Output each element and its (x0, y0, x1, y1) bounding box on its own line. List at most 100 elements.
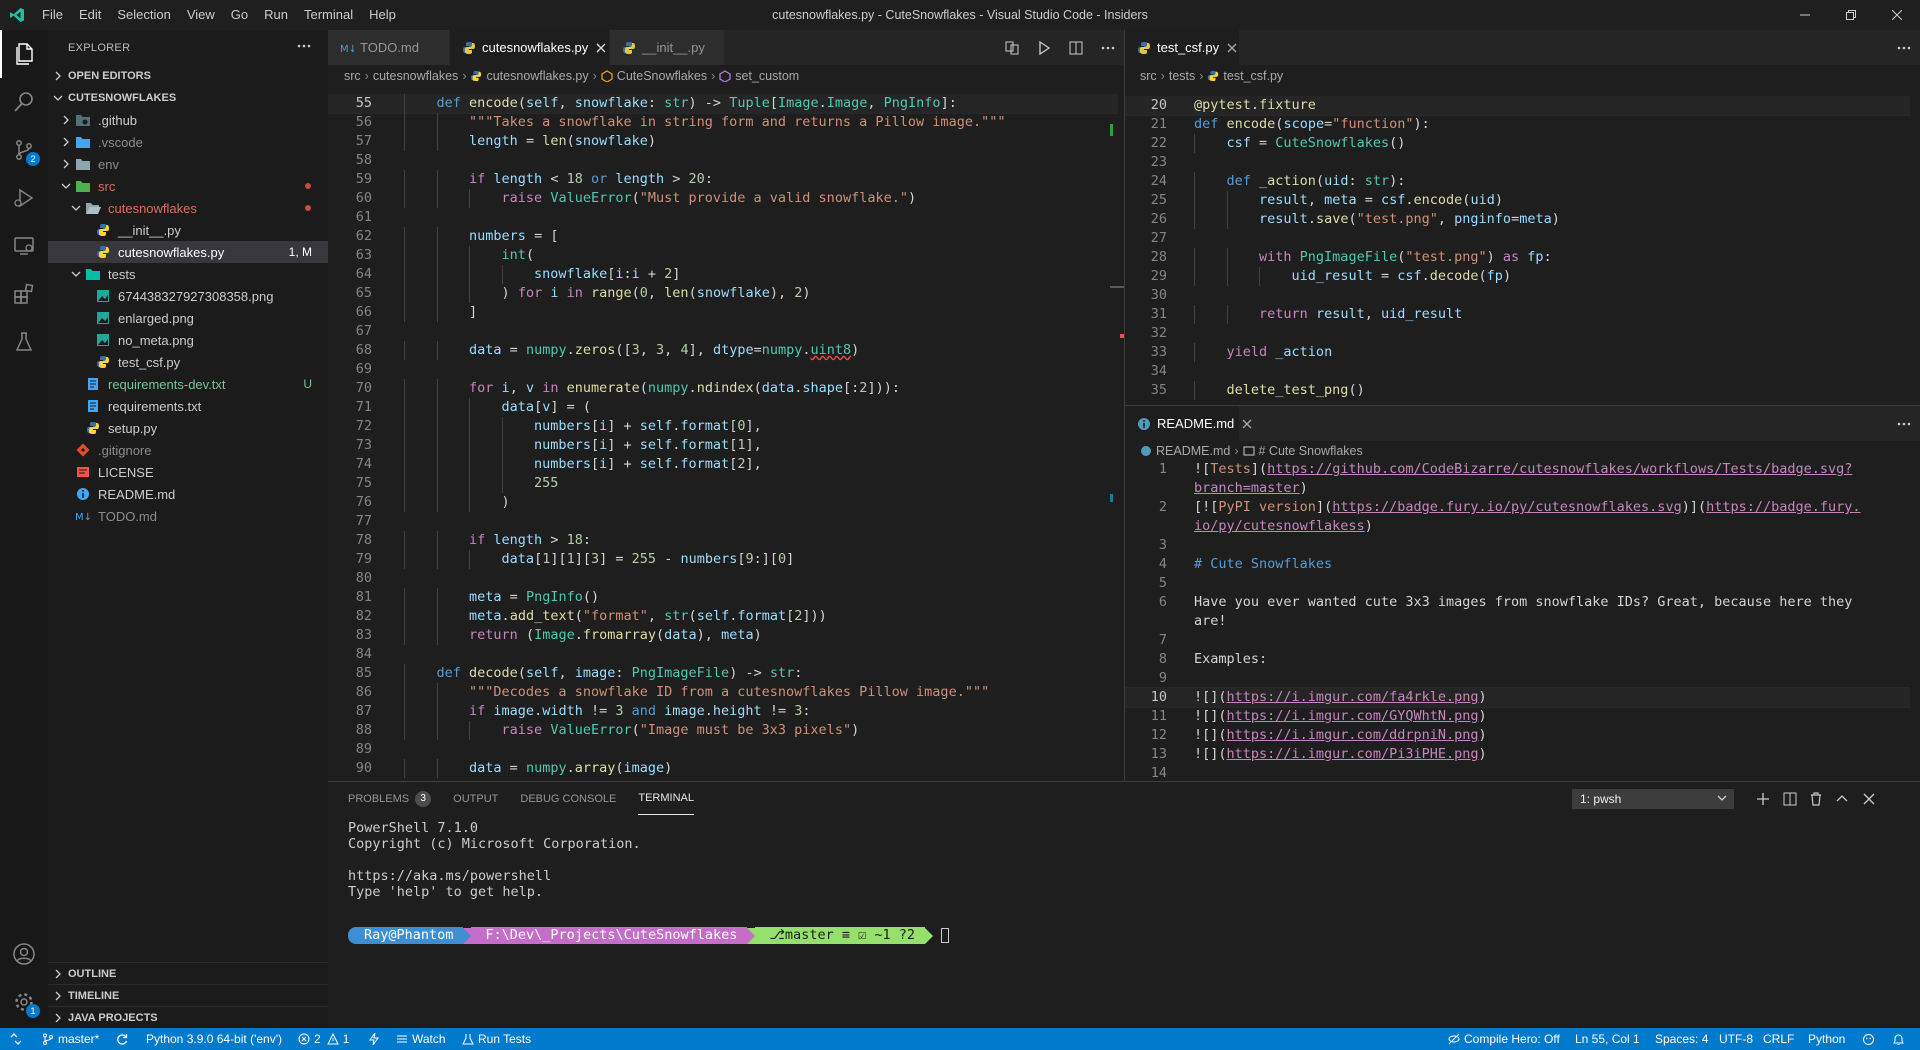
breadcrumb-file[interactable]: README.md (1140, 444, 1230, 458)
twisty[interactable] (68, 203, 84, 213)
manage-activity-button[interactable]: 1 (0, 978, 48, 1026)
menu-file[interactable]: File (34, 0, 71, 30)
tab-debug-console[interactable]: DEBUG CONSOLE (520, 782, 616, 815)
menu-view[interactable]: View (179, 0, 223, 30)
tab-output[interactable]: OUTPUT (453, 782, 498, 815)
source-control-activity-button[interactable]: 2 (0, 126, 48, 174)
tab-readme-md[interactable]: README.md (1125, 406, 1252, 441)
accounts-activity-button[interactable] (0, 930, 48, 978)
tab-cutesnowflakes-py[interactable]: cutesnowflakes.py (450, 30, 610, 65)
tree-item[interactable]: .github (48, 109, 328, 131)
tree-item[interactable]: env (48, 153, 328, 175)
tree-item[interactable]: .vscode (48, 131, 328, 153)
indentation-status[interactable]: Spaces: 4 (1655, 1028, 1708, 1050)
open-changes-button[interactable] (996, 40, 1028, 56)
restore-button[interactable] (1828, 0, 1874, 30)
tab-terminal[interactable]: TERMINAL (638, 782, 694, 815)
breadcrumb-package[interactable]: cutesnowflakes (373, 69, 458, 83)
java-projects-section[interactable]: JAVA PROJECTS (48, 1006, 328, 1028)
close-tab-button[interactable] (1227, 43, 1237, 53)
code-editor-left[interactable]: 55 def encode(self, snowflake: str) -> T… (328, 94, 1118, 781)
remote-indicator[interactable] (10, 1028, 26, 1050)
twisty[interactable] (58, 137, 74, 147)
menu-help[interactable]: Help (361, 0, 404, 30)
tree-item[interactable]: enlarged.png (48, 307, 328, 329)
cursor-position-status[interactable]: Ln 55, Col 1 (1575, 1028, 1640, 1050)
menu-go[interactable]: Go (223, 0, 256, 30)
tree-item[interactable]: requirements-dev.txt U (48, 373, 328, 395)
code-editor-right-bottom[interactable]: 1 ![Tests](https://github.com/CodeBizarre… (1125, 460, 1910, 781)
tree-item[interactable]: requirements.txt (48, 395, 328, 417)
explorer-more-actions-button[interactable] (296, 38, 312, 57)
close-panel-button[interactable] (1858, 788, 1880, 810)
problems-status[interactable]: 2 1 (298, 1028, 349, 1050)
menu-terminal[interactable]: Terminal (296, 0, 361, 30)
close-tab-button[interactable] (1242, 419, 1252, 429)
timeline-section[interactable]: TIMELINE (48, 984, 328, 1007)
run-tests-button[interactable]: Run Tests (462, 1028, 531, 1050)
lightning-button[interactable] (368, 1028, 384, 1050)
testing-activity-button[interactable] (0, 318, 48, 366)
breadcrumb-src[interactable]: src (1140, 69, 1157, 83)
menu-selection[interactable]: Selection (109, 0, 178, 30)
breadcrumb-file[interactable]: cutesnowflakes.py (470, 69, 589, 83)
tree-item[interactable]: __init__.py (48, 219, 328, 241)
outline-section[interactable]: OUTLINE (48, 962, 328, 985)
minimize-button[interactable] (1782, 0, 1828, 30)
breadcrumb-class[interactable]: CuteSnowflakes (601, 69, 707, 83)
encoding-status[interactable]: UTF-8 (1719, 1028, 1753, 1050)
tree-item[interactable]: M↓ TODO.md (48, 505, 328, 527)
breadcrumb-heading[interactable]: # Cute Snowflakes (1243, 444, 1363, 458)
twisty[interactable] (68, 269, 84, 279)
extensions-activity-button[interactable] (0, 270, 48, 318)
tab-problems[interactable]: PROBLEMS 3 (348, 782, 432, 815)
tree-item[interactable]: no_meta.png (48, 329, 328, 351)
split-terminal-button[interactable] (1779, 788, 1801, 810)
open-editors-section[interactable]: OPEN EDITORS (48, 65, 328, 87)
tree-item[interactable]: cutesnowflakes (48, 197, 328, 219)
language-mode-status[interactable]: Python (1808, 1028, 1845, 1050)
breadcrumb-method[interactable]: set_custom (719, 69, 799, 83)
terminal-output[interactable]: PowerShell 7.1.0 Copyright (c) Microsoft… (348, 820, 949, 944)
notifications-button[interactable] (1892, 1028, 1909, 1050)
tree-item[interactable]: cutesnowflakes.py 1, M (48, 241, 328, 263)
python-interpreter-status[interactable]: Python 3.9.0 64-bit ('env') (146, 1028, 282, 1050)
run-file-button[interactable] (1028, 40, 1060, 56)
twisty[interactable] (58, 115, 74, 125)
maximize-panel-button[interactable] (1831, 788, 1853, 810)
sync-button[interactable] (116, 1028, 132, 1050)
tree-item[interactable]: 674438327927308358.png (48, 285, 328, 307)
close-tab-button[interactable] (596, 43, 606, 53)
git-branch-status[interactable]: master* (42, 1028, 99, 1050)
split-editor-button[interactable] (1060, 40, 1092, 56)
workspace-root-section[interactable]: CUTESNOWFLAKES (48, 87, 328, 109)
feedback-button[interactable] (1862, 1028, 1879, 1050)
breadcrumb-src[interactable]: src (344, 69, 361, 83)
more-actions-button[interactable] (1092, 40, 1124, 56)
tree-item[interactable]: setup.py (48, 417, 328, 439)
tree-item[interactable]: README.md (48, 483, 328, 505)
remote-explorer-activity-button[interactable] (0, 222, 48, 270)
tree-item[interactable]: tests (48, 263, 328, 285)
tab-init-py[interactable]: __init__.py (610, 30, 725, 65)
kill-terminal-button[interactable] (1805, 788, 1827, 810)
new-terminal-button[interactable] (1752, 788, 1774, 810)
twisty[interactable] (58, 181, 74, 191)
tree-item[interactable]: LICENSE (48, 461, 328, 483)
terminal-select[interactable]: 1: pwsh (1572, 789, 1734, 809)
breadcrumb-tests[interactable]: tests (1169, 69, 1195, 83)
code-editor-right-top[interactable]: 20 @pytest.fixture 21 def encode(scope="fun… (1125, 96, 1910, 404)
menu-edit[interactable]: Edit (71, 0, 109, 30)
tree-item[interactable]: test_csf.py (48, 351, 328, 373)
more-actions-button[interactable] (1888, 416, 1920, 432)
twisty[interactable] (58, 159, 74, 169)
watch-button[interactable]: Watch (396, 1028, 446, 1050)
explorer-activity-button[interactable] (0, 30, 48, 78)
close-window-button[interactable] (1874, 0, 1920, 30)
tree-item[interactable]: src (48, 175, 328, 197)
run-debug-activity-button[interactable] (0, 174, 48, 222)
tab-test-csf-py[interactable]: test_csf.py (1125, 30, 1240, 65)
tab-todo-md[interactable]: M↓ TODO.md (328, 30, 450, 65)
menu-run[interactable]: Run (256, 0, 296, 30)
search-activity-button[interactable] (0, 78, 48, 126)
